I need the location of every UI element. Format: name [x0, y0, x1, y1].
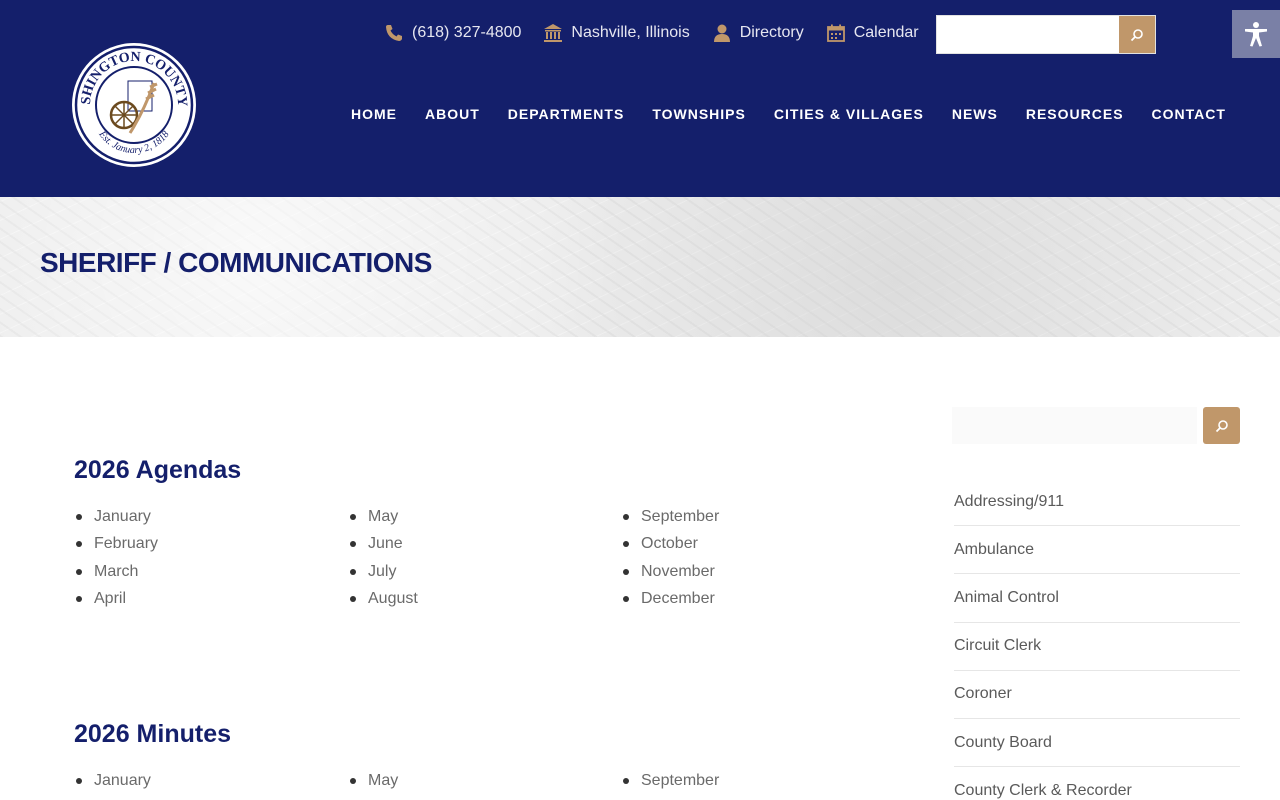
- location-label: Nashville, Illinois: [571, 24, 690, 41]
- sidebar-department-list: Addressing/911 Ambulance Animal Control …: [954, 478, 1240, 800]
- header-search-button[interactable]: [1119, 16, 1155, 53]
- list-item[interactable]: July: [348, 558, 418, 585]
- person-icon: [713, 24, 730, 42]
- sidebar-search: [952, 407, 1240, 444]
- agendas-col-3: September October November December: [621, 503, 719, 612]
- county-seal-logo[interactable]: WASHINGTON COUNTY, IL Est. January 2, 18…: [70, 41, 198, 169]
- directory-link[interactable]: Directory: [712, 23, 804, 43]
- calendar-label: Calendar: [853, 24, 919, 41]
- sidebar-search-button[interactable]: [1203, 407, 1240, 444]
- accessibility-button[interactable]: [1232, 10, 1280, 58]
- list-item[interactable]: March: [74, 558, 158, 585]
- list-item[interactable]: August: [348, 585, 418, 612]
- search-icon: [1130, 28, 1143, 41]
- nav-departments[interactable]: DEPARTMENTS: [508, 106, 625, 122]
- main-nav: HOME ABOUT DEPARTMENTS TOWNSHIPS CITIES …: [351, 106, 1254, 122]
- page-title: SHERIFF / COMMUNICATIONS: [40, 247, 432, 278]
- location-link[interactable]: Nashville, Illinois: [543, 23, 690, 43]
- sidebar-item-animal-control[interactable]: Animal Control: [954, 574, 1240, 623]
- calendar-link[interactable]: Calendar: [826, 23, 919, 43]
- nav-about[interactable]: ABOUT: [425, 106, 480, 122]
- page-banner: SHERIFF / COMMUNICATIONS: [0, 197, 1280, 337]
- list-item[interactable]: September: [621, 767, 719, 794]
- agendas-col-2: May June July August: [348, 503, 418, 612]
- list-item[interactable]: April: [74, 585, 158, 612]
- list-item[interactable]: September: [621, 503, 719, 530]
- list-item[interactable]: June: [348, 530, 418, 557]
- phone-label: (618) 327-4800: [412, 24, 522, 41]
- top-utility-bar: (618) 327-4800 Nashville, Illinois Direc…: [384, 14, 941, 52]
- phone-icon: [386, 25, 402, 41]
- courthouse-icon: [544, 24, 563, 42]
- list-item[interactable]: May: [348, 767, 398, 794]
- directory-label: Directory: [739, 24, 804, 41]
- sidebar-item-ambulance[interactable]: Ambulance: [954, 526, 1240, 575]
- nav-contact[interactable]: CONTACT: [1152, 106, 1226, 122]
- sidebar-search-input[interactable]: [952, 407, 1197, 444]
- header-search: [936, 15, 1156, 54]
- minutes-col-2: May: [348, 767, 398, 794]
- site-header: WASHINGTON COUNTY, IL Est. January 2, 18…: [0, 0, 1280, 197]
- sidebar-item-county-board[interactable]: County Board: [954, 719, 1240, 768]
- nav-home[interactable]: HOME: [351, 106, 397, 122]
- search-icon: [1215, 419, 1228, 432]
- accessibility-icon: [1245, 22, 1267, 47]
- list-item[interactable]: January: [74, 767, 151, 794]
- agendas-col-1: January February March April: [74, 503, 158, 612]
- list-item[interactable]: May: [348, 503, 418, 530]
- minutes-heading: 2026 Minutes: [74, 720, 232, 748]
- nav-resources[interactable]: RESOURCES: [1026, 106, 1124, 122]
- list-item[interactable]: January: [74, 503, 158, 530]
- minutes-col-3: September: [621, 767, 719, 794]
- phone-link[interactable]: (618) 327-4800: [384, 23, 521, 43]
- sidebar-item-addressing-911[interactable]: Addressing/911: [954, 478, 1240, 527]
- nav-townships[interactable]: TOWNSHIPS: [652, 106, 746, 122]
- minutes-col-1: January: [74, 767, 151, 794]
- calendar-icon: [826, 24, 845, 42]
- header-search-input[interactable]: [937, 16, 1120, 53]
- nav-cities-villages[interactable]: CITIES & VILLAGES: [774, 106, 924, 122]
- sidebar-item-coroner[interactable]: Coroner: [954, 671, 1240, 719]
- sidebar-item-circuit-clerk[interactable]: Circuit Clerk: [954, 623, 1240, 671]
- list-item[interactable]: November: [621, 558, 719, 585]
- list-item[interactable]: October: [621, 530, 719, 557]
- agendas-heading: 2026 Agendas: [74, 456, 242, 484]
- list-item[interactable]: December: [621, 585, 719, 612]
- list-item[interactable]: February: [74, 530, 158, 557]
- sidebar-item-county-clerk-recorder[interactable]: County Clerk & Recorder: [954, 767, 1240, 800]
- nav-news[interactable]: NEWS: [952, 106, 998, 122]
